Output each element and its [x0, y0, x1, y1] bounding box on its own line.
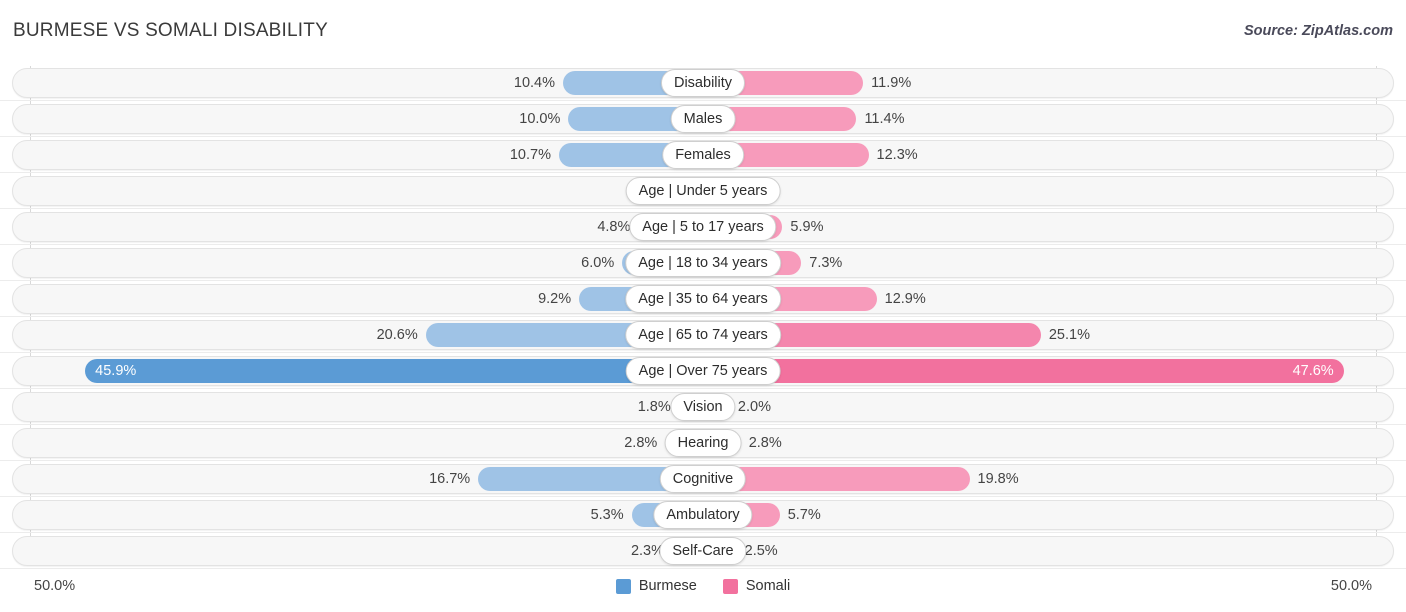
bar-burmese[interactable]: [85, 359, 703, 383]
row-label-pill[interactable]: Disability: [660, 69, 746, 97]
row-label-pill[interactable]: Age | 18 to 34 years: [625, 249, 781, 277]
chart-legend: Burmese Somali: [0, 578, 1406, 594]
value-label-somali: 7.3%: [809, 255, 843, 271]
value-label-somali: 11.4%: [864, 111, 905, 127]
value-label-somali: 2.5%: [744, 543, 778, 559]
row-label-pill[interactable]: Vision: [670, 393, 736, 421]
legend-label: Burmese: [638, 578, 697, 594]
value-label-burmese: 6.0%: [581, 255, 615, 271]
value-label-burmese: 20.6%: [376, 327, 418, 343]
row-label-pill[interactable]: Age | Under 5 years: [625, 177, 781, 205]
value-label-somali: 12.9%: [884, 291, 926, 307]
value-label-burmese: 16.7%: [429, 471, 471, 487]
diverging-bar-chart: 10.4% 11.9% Disability 10.0% 11.4% Males 10.7%…: [0, 66, 1406, 572]
value-label-somali: 25.1%: [1048, 327, 1090, 343]
value-label-somali: 47.6%: [1292, 363, 1334, 379]
legend-item[interactable]: Somali: [722, 578, 791, 594]
value-label-burmese: 2.8%: [624, 435, 658, 451]
row-label-pill[interactable]: Females: [662, 141, 744, 169]
bar-somali[interactable]: [703, 359, 1344, 383]
value-label-burmese: 1.8%: [637, 399, 671, 415]
legend-swatch-icon: [722, 578, 738, 594]
legend-label: Somali: [745, 578, 791, 594]
value-label-somali: 5.9%: [790, 219, 824, 235]
value-label-somali: 11.9%: [871, 75, 912, 91]
value-label-somali: 2.8%: [748, 435, 782, 451]
value-label-somali: 12.3%: [876, 147, 918, 163]
row-label-pill[interactable]: Males: [670, 105, 736, 133]
legend-swatch-icon: [615, 578, 631, 594]
row-label-pill[interactable]: Ambulatory: [653, 501, 753, 529]
row-label-pill[interactable]: Age | Over 75 years: [625, 357, 781, 385]
legend-item[interactable]: Burmese: [615, 578, 697, 594]
row-label-pill[interactable]: Self-Care: [659, 537, 747, 565]
page-title: BURMESE VS SOMALI DISABILITY: [13, 20, 328, 41]
value-label-burmese: 5.3%: [590, 507, 624, 523]
value-label-burmese: 10.4%: [513, 75, 556, 91]
row-label-pill[interactable]: Cognitive: [659, 465, 747, 493]
source-attribution: Source: ZipAtlas.com: [1243, 23, 1393, 39]
row-label-pill[interactable]: Age | 35 to 64 years: [625, 285, 781, 313]
value-label-burmese: 2.3%: [630, 543, 665, 559]
value-label-somali: 19.8%: [977, 471, 1019, 487]
row-label-pill[interactable]: Age | 5 to 17 years: [629, 213, 777, 241]
value-label-burmese: 9.2%: [538, 291, 572, 307]
value-label-burmese: 10.7%: [509, 147, 551, 163]
value-label-somali: 5.7%: [787, 507, 821, 523]
value-label-burmese: 10.0%: [519, 111, 561, 127]
value-label-somali: 2.0%: [737, 399, 771, 415]
value-label-burmese: 45.9%: [95, 363, 137, 379]
row-label-pill[interactable]: Hearing: [664, 429, 742, 457]
value-label-burmese: 4.8%: [597, 219, 631, 235]
row-label-pill[interactable]: Age | 65 to 74 years: [625, 321, 781, 349]
